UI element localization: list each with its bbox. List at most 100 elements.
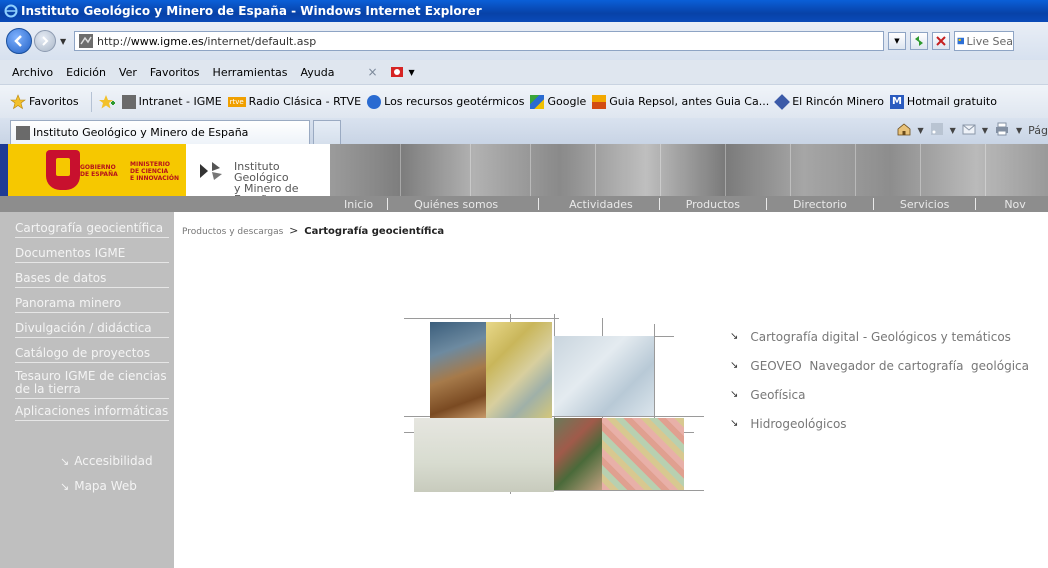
print-dropdown-icon[interactable]: ▼ [1016, 126, 1022, 135]
address-input[interactable]: http://www.igme.es/internet/default.asp [74, 31, 884, 51]
mapa-web-label: Mapa Web [74, 479, 137, 493]
mail-dropdown-icon[interactable]: ▼ [982, 126, 988, 135]
nav-productos[interactable]: Productos [660, 198, 740, 211]
fav-label: Google [547, 95, 587, 108]
menu-favoritos[interactable]: Favoritos [150, 66, 200, 79]
feeds-dropdown-icon[interactable]: ▼ [950, 126, 956, 135]
link-hidrogeologicos[interactable]: ↘ Hidrogeológicos [730, 409, 1029, 438]
tab-igme[interactable]: Instituto Geológico y Minero de España [10, 120, 310, 144]
menu-edicion[interactable]: Edición [66, 66, 106, 79]
home-dropdown-icon[interactable]: ▼ [918, 126, 924, 135]
command-bar: ▼ ▼ ▼ ▼ Pág [890, 122, 1048, 139]
feeds-icon [930, 123, 943, 135]
snagit-dropdown-icon: ▼ [408, 67, 415, 77]
add-favorite-button[interactable] [98, 94, 116, 110]
search-input[interactable]: Live Sea [954, 31, 1014, 51]
fav-intranet-igme[interactable]: Intranet - IGME [121, 94, 222, 109]
tab-favicon-icon [16, 125, 30, 140]
home-icon [897, 123, 910, 136]
forward-button[interactable] [34, 30, 56, 52]
window-title-bar: Instituto Geológico y Minero de España -… [0, 0, 1048, 22]
address-toolbar: ▼ http://www.igme.es/internet/default.as… [0, 22, 1048, 60]
close-x-icon[interactable]: × [367, 65, 377, 79]
nav-directorio[interactable]: Directorio [767, 198, 847, 211]
link-geoveo[interactable]: ↘ GEOVEO Navegador de cartografía geológ… [730, 351, 1029, 380]
breadcrumb-separator: > [289, 224, 299, 237]
fav-rincon-minero[interactable]: El Rincón Minero [774, 93, 884, 110]
nav-quienes-somos[interactable]: Quiénes somos [388, 198, 498, 211]
fav-recursos-geotermicos[interactable]: Los recursos geotérmicos [367, 94, 525, 109]
snagit-button[interactable]: ▼ [390, 65, 415, 79]
link-cartografia-digital[interactable]: ↘ Cartografía digital - Geológicos y tem… [730, 322, 1029, 351]
link-label: Cartografía digital - Geológicos y temát… [750, 329, 1011, 344]
menu-ver[interactable]: Ver [119, 66, 137, 79]
menu-ayuda[interactable]: Ayuda [300, 66, 334, 79]
favorites-star-icon [10, 93, 26, 109]
arrow-down-right-icon: ↘ [730, 331, 739, 342]
live-search-icon [957, 37, 965, 45]
sidebar-item-cartografia[interactable]: Cartografía geocientífica [15, 222, 169, 238]
ministry-label: MINISTERIO DE CIENCIA E INNOVACIÓN [130, 161, 180, 182]
fav-hotmail[interactable]: M Hotmail gratuito [889, 94, 997, 109]
link-label: Geofísica [750, 387, 806, 402]
breadcrumb-parent[interactable]: Productos y descargas [182, 227, 283, 237]
stop-icon [936, 36, 946, 46]
address-dropdown-icon[interactable]: ▼ [888, 32, 906, 50]
fav-label: Hotmail gratuito [906, 95, 997, 108]
arrow-down-right-icon: ↘ [730, 389, 739, 400]
igme-icon [121, 94, 136, 109]
nav-inicio[interactable]: Inicio [330, 198, 373, 211]
spain-government-logo: GOBIERNO DE ESPAÑA MINISTERIO DE CIENCIA E … [8, 144, 186, 196]
favorites-button[interactable]: Favoritos [10, 93, 79, 110]
sidebar-item-documentos[interactable]: Documentos IGME [15, 247, 169, 263]
print-button[interactable] [994, 122, 1010, 139]
web-page: GOBIERNO DE ESPAÑA MINISTERIO DE CIENCIA E … [0, 144, 1048, 568]
favorites-label: Favoritos [29, 95, 79, 108]
igme-logo[interactable]: Instituto Geológicoy Minero de España [186, 144, 330, 205]
sidebar-item-divulgacion[interactable]: Divulgación / didáctica [15, 322, 169, 338]
cartography-links: ↘ Cartografía digital - Geológicos y tem… [730, 322, 1029, 438]
home-button[interactable] [896, 122, 912, 139]
new-tab-button[interactable] [313, 120, 341, 144]
fav-radio-clasica[interactable]: rtve Radio Clásica - RTVE [227, 95, 362, 108]
fav-label: Los recursos geotérmicos [384, 95, 525, 108]
menu-bar: Archivo Edición Ver Favoritos Herramient… [0, 60, 1048, 84]
back-button[interactable] [6, 28, 32, 54]
igme-mark-icon [200, 162, 222, 180]
breadcrumb: Productos y descargas > Cartografía geoc… [182, 224, 444, 237]
arrow-down-right-icon: ↘ [730, 360, 739, 371]
feeds-button[interactable] [930, 122, 944, 139]
sidebar-item-catalogo-proyectos[interactable]: Catálogo de proyectos [15, 347, 169, 363]
tab-bar: Instituto Geológico y Minero de España ▼… [0, 118, 1048, 144]
nav-novedades[interactable]: Nov [976, 198, 1025, 211]
print-icon [995, 122, 1008, 136]
favorites-bar: Favoritos Intranet - IGME rtve Radio Clá… [0, 84, 1048, 118]
menu-archivo[interactable]: Archivo [12, 66, 53, 79]
fav-label: Intranet - IGME [138, 95, 222, 108]
nav-servicios[interactable]: Servicios [874, 198, 949, 211]
favbar-divider [90, 91, 92, 112]
stop-button[interactable] [932, 32, 950, 50]
menu-herramientas[interactable]: Herramientas [213, 66, 288, 79]
fav-label: El Rincón Minero [792, 95, 884, 108]
fav-guia-repsol[interactable]: Guia Repsol, antes Guia Ca... [592, 94, 769, 109]
history-dropdown-icon[interactable]: ▼ [60, 37, 68, 46]
mail-button[interactable] [962, 123, 976, 138]
sidebar-item-tesauro[interactable]: Tesauro IGME de ciencias de la tierra [15, 370, 169, 399]
tab-title: Instituto Geológico y Minero de España [33, 126, 249, 139]
sidebar-item-aplicaciones[interactable]: Aplicaciones informáticas [15, 405, 169, 421]
page-menu[interactable]: Pág [1028, 124, 1048, 137]
sidebar-item-bases-datos[interactable]: Bases de datos [15, 272, 169, 288]
fav-label: Radio Clásica - RTVE [248, 95, 362, 108]
mapa-web-link[interactable]: ↘ Mapa Web [60, 479, 137, 493]
arrow-down-right-icon: ↘ [60, 479, 70, 493]
accesibilidad-link[interactable]: ↘ Accesibilidad [60, 454, 153, 468]
fav-google[interactable]: Google [530, 94, 587, 109]
repsol-icon [592, 94, 607, 109]
link-geofisica[interactable]: ↘ Geofísica [730, 380, 1029, 409]
nav-actividades[interactable]: Actividades [539, 198, 633, 211]
internet-explorer-icon [4, 4, 18, 18]
sidebar-item-panorama-minero[interactable]: Panorama minero [15, 297, 169, 313]
refresh-icon [915, 36, 923, 46]
refresh-button[interactable] [910, 32, 928, 50]
